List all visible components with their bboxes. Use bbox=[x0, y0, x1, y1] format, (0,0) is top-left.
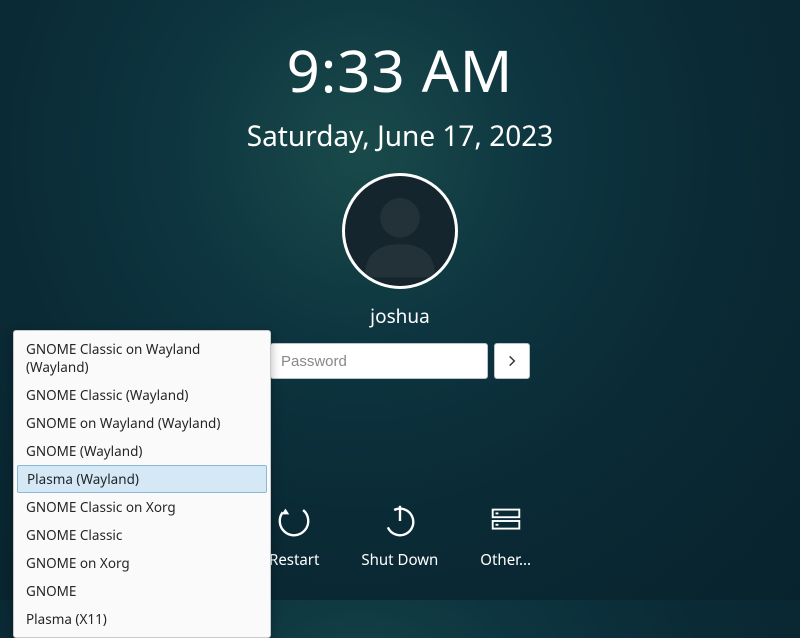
other-button[interactable]: Other... bbox=[480, 502, 531, 570]
session-item[interactable]: GNOME Classic (Wayland) bbox=[14, 381, 270, 409]
clock-area: 9:33 AM Saturday, June 17, 2023 bbox=[0, 0, 800, 155]
time-display: 9:33 AM bbox=[0, 30, 800, 109]
user-avatar[interactable] bbox=[342, 173, 458, 289]
session-item[interactable]: Plasma (Wayland) bbox=[17, 465, 267, 493]
username-label: joshua bbox=[0, 303, 800, 329]
chevron-right-icon bbox=[505, 354, 519, 368]
other-label: Other... bbox=[480, 550, 531, 570]
login-button[interactable] bbox=[494, 343, 530, 379]
session-item[interactable]: GNOME (Wayland) bbox=[14, 437, 270, 465]
session-item[interactable]: GNOME on Wayland (Wayland) bbox=[14, 409, 270, 437]
restart-button[interactable]: Restart bbox=[269, 502, 319, 570]
password-input[interactable] bbox=[270, 343, 488, 379]
list-icon bbox=[487, 502, 525, 540]
avatar-container bbox=[0, 173, 800, 289]
session-item[interactable]: GNOME on Xorg bbox=[14, 549, 270, 577]
shutdown-button[interactable]: Shut Down bbox=[361, 502, 438, 570]
session-menu[interactable]: GNOME Classic on Wayland (Wayland)GNOME … bbox=[13, 330, 271, 638]
session-item[interactable]: Plasma (X11) bbox=[14, 605, 270, 633]
restart-icon bbox=[275, 502, 313, 540]
session-item[interactable]: GNOME Classic bbox=[14, 521, 270, 549]
person-icon bbox=[345, 176, 455, 286]
power-icon bbox=[381, 502, 419, 540]
session-item[interactable]: GNOME Classic on Xorg bbox=[14, 493, 270, 521]
shutdown-label: Shut Down bbox=[361, 550, 438, 570]
date-display: Saturday, June 17, 2023 bbox=[0, 117, 800, 155]
session-item[interactable]: GNOME Classic on Wayland (Wayland) bbox=[14, 335, 270, 381]
restart-label: Restart bbox=[269, 550, 319, 570]
session-item[interactable]: GNOME bbox=[14, 577, 270, 605]
